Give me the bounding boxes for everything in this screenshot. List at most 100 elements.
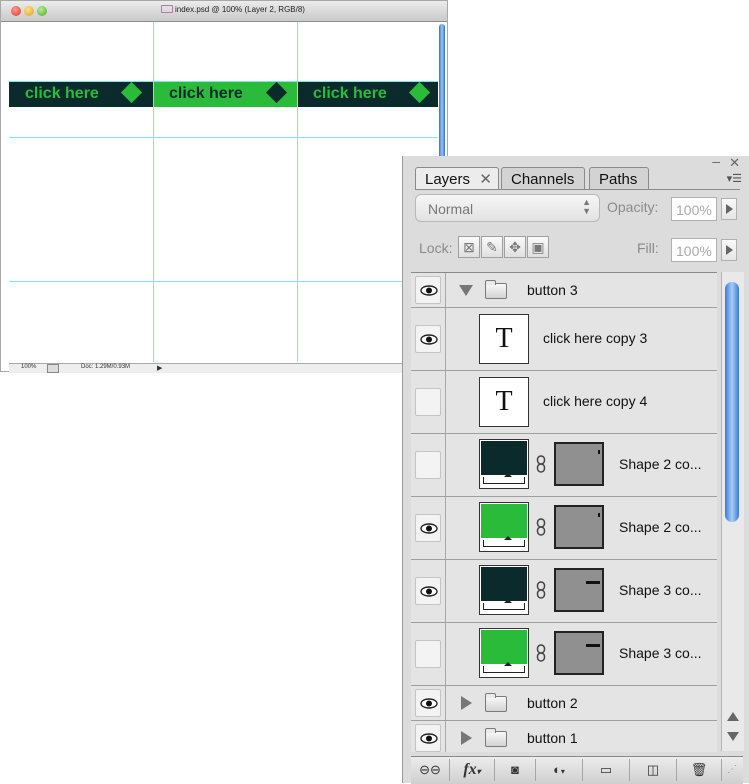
visibility-eye-icon[interactable] xyxy=(415,724,441,752)
link-layers-icon[interactable]: ⊖⊖ xyxy=(411,759,450,781)
blend-mode-select[interactable]: Normal ▲ ▼ xyxy=(415,194,600,222)
document-title-bar[interactable]: index.psd @ 100% (Layer 2, RGB/8) xyxy=(1,1,447,22)
visibility-toggle-empty[interactable] xyxy=(415,640,441,668)
lock-label: Lock: xyxy=(419,240,453,256)
panel-collapse-icon[interactable]: – xyxy=(712,153,720,169)
lock-position-icon[interactable]: ✥ xyxy=(504,236,526,258)
visibility-eye-icon[interactable] xyxy=(415,276,441,304)
visibility-toggle-empty[interactable] xyxy=(415,451,441,479)
visibility-eye-icon[interactable] xyxy=(415,514,441,542)
zoom-window-button[interactable] xyxy=(37,6,47,16)
lock-all-icon[interactable]: ▣ xyxy=(527,236,549,258)
document-canvas[interactable]: click here click here click here xyxy=(9,22,438,362)
document-title: index.psd @ 100% (Layer 2, RGB/8) xyxy=(161,5,305,14)
visibility-eye-icon[interactable] xyxy=(415,325,441,353)
zoom-level[interactable]: 100% xyxy=(21,364,36,370)
scrollbar-thumb[interactable] xyxy=(725,282,739,522)
lock-transparent-pixels-icon[interactable]: ⊠ xyxy=(458,236,480,258)
blend-mode-value: Normal xyxy=(428,201,474,217)
collapsed-triangle-icon[interactable] xyxy=(461,731,472,745)
opacity-label: Opacity: xyxy=(607,199,659,215)
new-group-folder-icon[interactable]: ▭ xyxy=(583,759,630,781)
shape-base-icon xyxy=(483,473,525,484)
fill-color-swatch xyxy=(481,630,527,664)
layers-vertical-scrollbar[interactable] xyxy=(721,272,744,751)
delete-layer-trash-icon[interactable]: 🗑 xyxy=(677,759,722,781)
layers-panel: – ✕ Layers ✕ Channels Paths ▾☰ Normal ▲ ▼ … xyxy=(402,153,749,784)
tab-layers[interactable]: Layers ✕ xyxy=(415,167,499,189)
scroll-down-arrow-icon[interactable] xyxy=(727,732,739,741)
layer-row-button-3[interactable]: button 3 xyxy=(411,273,717,308)
layer-name: click here copy 4 xyxy=(543,393,648,409)
fill-slider-button[interactable] xyxy=(721,239,737,261)
visibility-eye-icon[interactable] xyxy=(415,577,441,605)
fill-color-swatch xyxy=(481,567,527,601)
panel-close-icon[interactable]: ✕ xyxy=(729,155,740,171)
shape-layer-thumbnail xyxy=(479,439,529,489)
vector-mask-thumbnail xyxy=(554,505,604,549)
lock-image-pixels-icon[interactable]: ✎ xyxy=(481,236,503,258)
text-layer-thumbnail: T xyxy=(479,377,529,427)
group-folder-icon xyxy=(485,280,507,299)
shape-layer-thumbnail xyxy=(479,565,529,615)
layer-row-shape-2-copy-green[interactable]: Shape 2 co... xyxy=(411,497,717,560)
row-separator xyxy=(445,721,446,752)
diamond-shape xyxy=(120,81,143,104)
link-chain-icon xyxy=(536,644,546,662)
layer-name: Shape 2 co... xyxy=(619,456,702,472)
layer-row-button-1[interactable]: button 1 xyxy=(411,721,717,752)
layer-row-click-here-copy-4[interactable]: T click here copy 4 xyxy=(411,371,717,434)
visibility-eye-icon[interactable] xyxy=(415,689,441,717)
fill-color-swatch xyxy=(481,504,527,538)
banner-button-label: click here xyxy=(169,85,243,102)
tab-channels[interactable]: Channels xyxy=(501,167,585,189)
vector-mask-thumbnail xyxy=(554,568,604,612)
expand-triangle-icon[interactable] xyxy=(459,285,473,296)
fill-label: Fill: xyxy=(637,240,659,256)
add-mask-icon[interactable]: ◙ xyxy=(495,759,536,781)
close-window-button[interactable] xyxy=(11,6,21,16)
layer-name: button 2 xyxy=(527,695,578,711)
fill-field[interactable]: 100% xyxy=(671,238,717,262)
row-separator xyxy=(445,371,446,433)
document-size: Doc: 1.29M/0.93M xyxy=(81,364,131,370)
layer-row-button-2[interactable]: button 2 xyxy=(411,686,717,721)
collapsed-triangle-icon[interactable] xyxy=(461,696,472,710)
layer-row-shape-3-copy-dark[interactable]: Shape 3 co... xyxy=(411,560,717,623)
adjustment-layer-icon[interactable]: ◐▾ xyxy=(536,759,583,781)
layer-row-shape-3-copy-green[interactable]: Shape 3 co... xyxy=(411,623,717,686)
fill-color-swatch xyxy=(481,441,527,475)
shape-base-icon xyxy=(483,662,525,673)
new-layer-icon[interactable]: ◫ xyxy=(630,759,677,781)
resize-grip-icon[interactable]: ⋰ xyxy=(722,759,742,781)
fx-button[interactable]: fx▾ xyxy=(450,759,495,781)
scroll-up-arrow-icon[interactable] xyxy=(727,712,739,721)
banner-button-2: click here xyxy=(153,81,297,107)
banner-button-label: click here xyxy=(313,85,387,102)
layer-row-shape-2-copy-dark[interactable]: Shape 2 co... xyxy=(411,434,717,497)
diamond-shape xyxy=(408,81,431,104)
opacity-field[interactable]: 100% xyxy=(671,197,717,221)
layer-name: button 1 xyxy=(527,730,578,746)
layer-name: Shape 2 co... xyxy=(619,519,702,535)
diamond-shape xyxy=(265,81,288,104)
status-arrow-icon[interactable]: ▶ xyxy=(157,364,162,372)
vector-mask-thumbnail xyxy=(554,631,604,675)
layer-list: button 3 T click here copy 3 T click her… xyxy=(411,272,717,752)
opacity-slider-button[interactable] xyxy=(721,198,737,220)
link-chain-icon xyxy=(536,455,546,473)
close-tab-icon[interactable]: ✕ xyxy=(479,170,492,188)
panel-menu-icon[interactable]: ▾☰ xyxy=(727,172,742,185)
tab-paths[interactable]: Paths xyxy=(589,167,649,189)
visibility-toggle-empty[interactable] xyxy=(415,388,441,416)
shape-layer-thumbnail xyxy=(479,502,529,552)
tab-divider xyxy=(415,189,740,190)
status-menu-icon[interactable] xyxy=(47,364,59,373)
link-chain-icon xyxy=(536,518,546,536)
psd-file-icon xyxy=(161,5,173,13)
minimize-window-button[interactable] xyxy=(24,6,34,16)
layer-row-click-here-copy-3[interactable]: T click here copy 3 xyxy=(411,308,717,371)
vertical-guide xyxy=(297,22,298,362)
banner-button-label: click here xyxy=(25,85,99,102)
horizontal-guide xyxy=(9,81,438,82)
